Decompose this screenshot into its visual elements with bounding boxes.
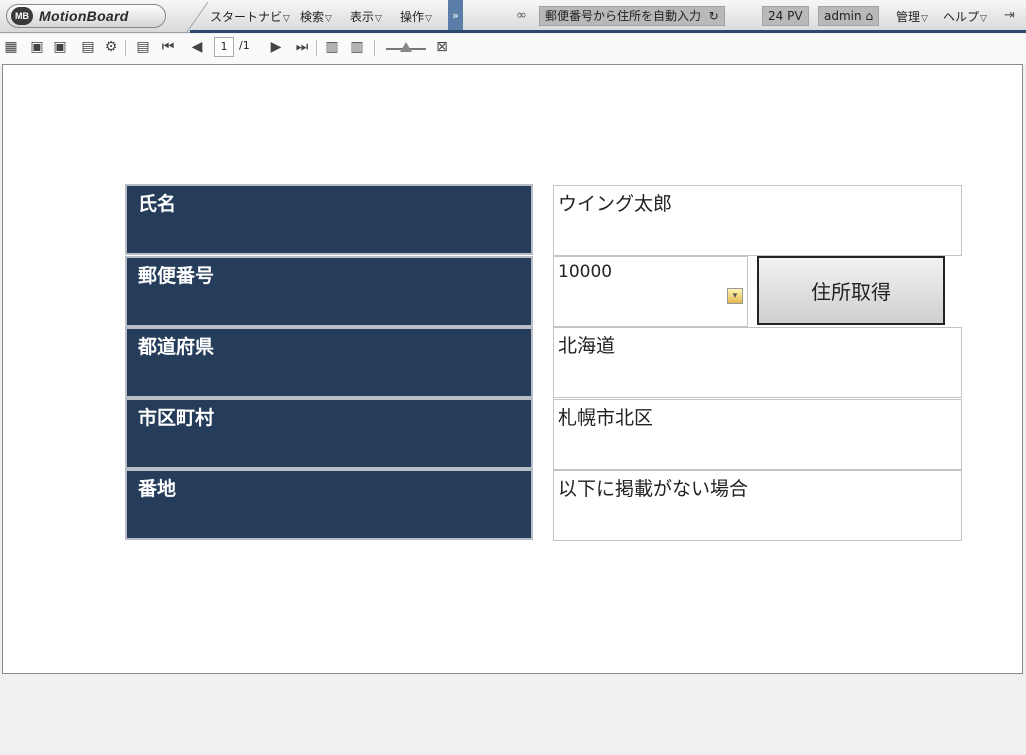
toolbar-separator	[374, 40, 375, 56]
double-chevron-down-icon: »	[452, 9, 459, 22]
label-street: 番地	[125, 469, 533, 540]
next-page-icon[interactable]: ▶	[268, 39, 284, 55]
form-icon[interactable]: ▤	[135, 39, 151, 55]
menu-search[interactable]: 検索▽	[300, 8, 332, 25]
menu-admin[interactable]: 管理▽	[896, 8, 928, 25]
zoom-slider-knob[interactable]	[400, 42, 412, 52]
chevron-down-icon: ▽	[375, 14, 382, 24]
street-field[interactable]: 以下に掲載がない場合	[553, 470, 962, 541]
fit-screen-icon[interactable]: ⊠	[434, 39, 450, 55]
chevron-down-icon: ▽	[425, 14, 432, 24]
menu-divider	[161, 2, 209, 32]
pv-count: 24 PV	[768, 9, 803, 23]
csv-export-icon[interactable]: ▥	[324, 39, 340, 55]
grid-icon[interactable]: ▦	[3, 39, 19, 55]
menu-start-navi[interactable]: スタートナビ▽	[210, 8, 290, 25]
last-page-icon[interactable]: ⏭	[294, 39, 310, 55]
menu-operation[interactable]: 操作▽	[400, 8, 432, 25]
user-pill[interactable]: admin ⌂	[818, 6, 880, 26]
name-field[interactable]: ウイング太郎	[553, 185, 962, 256]
menu-operation-label: 操作	[400, 10, 425, 24]
menu-underline	[190, 30, 1026, 33]
prefecture-field[interactable]: 北海道	[553, 327, 962, 398]
chevron-down-icon: ▽	[325, 14, 332, 24]
fetch-address-button[interactable]: 住所取得	[757, 256, 945, 325]
prev-page-icon[interactable]: ◀	[189, 39, 205, 55]
save-icon[interactable]: ▣	[29, 39, 45, 55]
link-icon[interactable]: ∞	[516, 8, 527, 23]
menu-view-label: 表示	[350, 10, 375, 24]
toolbar-separator	[316, 40, 317, 56]
home-icon[interactable]: ⌂	[865, 9, 873, 23]
refresh-icon[interactable]: ↻	[705, 9, 719, 23]
label-postal-code: 郵便番号	[125, 256, 533, 327]
menu-help-label: ヘルプ	[943, 10, 980, 24]
logo-badge: MB	[11, 7, 33, 25]
label-prefecture: 都道府県	[125, 327, 533, 398]
menu-help[interactable]: ヘルプ▽	[943, 8, 987, 25]
menu-view[interactable]: 表示▽	[350, 8, 382, 25]
excel-export-icon[interactable]: ▥	[349, 39, 365, 55]
motionboard-logo[interactable]: MB MotionBoard	[6, 4, 166, 28]
menu-admin-label: 管理	[896, 10, 921, 24]
top-menu-bar: MB MotionBoard スタートナビ▽ 検索▽ 表示▽ 操作▽ » ∞ 郵…	[0, 0, 1026, 33]
board-title-pill: 郵便番号から住所を自動入力 ↻	[539, 6, 725, 26]
user-name: admin	[824, 9, 862, 23]
label-city: 市区町村	[125, 398, 533, 469]
page-number-input[interactable]: 1	[214, 37, 234, 57]
first-page-icon[interactable]: ⏮	[160, 39, 176, 55]
menu-search-label: 検索	[300, 10, 325, 24]
label-name: 氏名	[125, 184, 533, 255]
chevron-down-icon: ▽	[980, 14, 987, 24]
logout-icon[interactable]: ⇥	[1004, 8, 1015, 23]
preview-icon[interactable]: ▤	[80, 39, 96, 55]
save-as-icon[interactable]: ▣	[52, 39, 68, 55]
postal-code-value: 10000	[558, 262, 613, 282]
chevron-down-icon: ▽	[283, 14, 290, 24]
chevron-down-icon: ▽	[921, 14, 928, 24]
postal-code-field[interactable]: 10000 ▾	[553, 256, 748, 327]
board-toolbar: ▦ ▣ ▣ ▤ ⚙ ▤ ⏮ ◀ 1 /1 ▶ ⏭ ▥ ▥ ⊠	[0, 34, 1026, 64]
pv-badge: 24 PV	[762, 6, 809, 26]
lookup-icon[interactable]: ▾	[727, 288, 743, 304]
logo-text: MotionBoard	[39, 8, 129, 24]
toolbar-separator	[125, 40, 126, 56]
board-title: 郵便番号から住所を自動入力	[545, 9, 702, 23]
more-menu-button[interactable]: »	[448, 0, 463, 32]
menu-start-navi-label: スタートナビ	[210, 10, 283, 24]
page-total: /1	[239, 39, 250, 52]
settings-icon[interactable]: ⚙	[103, 39, 119, 55]
city-field[interactable]: 札幌市北区	[553, 399, 962, 470]
